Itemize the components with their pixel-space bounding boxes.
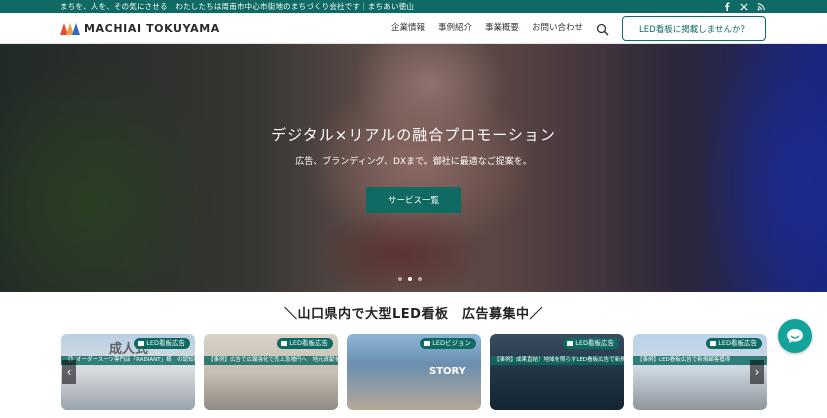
slider-dot[interactable] <box>418 277 422 281</box>
led-ad-cta-button[interactable]: LED看板に掲載しませんか？ <box>622 16 766 41</box>
folder-icon <box>281 341 288 346</box>
folder-icon <box>567 341 574 346</box>
badge-label: LED看板広告 <box>718 339 757 347</box>
case-carousel: 成人式 LED看板広告 【】オーダースーツ専門店「RADIANT」様 の認知拡大… <box>61 334 767 410</box>
site-logo[interactable]: MACHIAI TOKUYAMA <box>60 20 220 37</box>
card-caption: 【事例】広告で広報強化で売上急増円へ 地元貢献を大切にしたLEDビジョンを3年間… <box>204 356 338 365</box>
rss-icon[interactable] <box>756 2 765 11</box>
nav-cases[interactable]: 事例紹介 <box>438 22 472 35</box>
social-links <box>722 1 765 12</box>
card-caption: 【】オーダースーツ専門店「RADIANT」様 の認知拡大、成人式スーツのPRにも… <box>61 356 195 365</box>
nav-contact[interactable]: お問い合わせ <box>532 22 583 35</box>
card-caption: 【事例】LED看板広告で新規顧客獲得 <box>633 356 767 365</box>
badge-label: LED看板広告 <box>289 339 328 347</box>
section-title: ＼山口県内で大型LED看板 広告募集中／ <box>284 307 543 322</box>
facebook-icon[interactable] <box>722 2 731 11</box>
services-button[interactable]: サービス一覧 <box>366 187 461 213</box>
logo-text: MACHIAI TOKUYAMA <box>84 22 220 35</box>
folder-icon <box>138 341 145 346</box>
slider-dots <box>398 277 422 281</box>
x-icon[interactable] <box>739 2 748 11</box>
folder-icon <box>710 341 717 346</box>
case-card[interactable]: LED看板広告 【事例】成果直結！地域を照らすLED看板広告で新規顧客・売上を獲… <box>490 334 624 410</box>
case-card[interactable]: 成人式 LED看板広告 【】オーダースーツ専門店「RADIANT」様 の認知拡大… <box>61 334 195 410</box>
chat-icon <box>787 329 803 343</box>
carousel-next-button[interactable]: › <box>750 360 764 384</box>
case-card[interactable]: LED看板広告 【事例】広告で広報強化で売上急増円へ 地元貢献を大切にしたLED… <box>204 334 338 410</box>
tagline: まちを、人を、その気にさせる わたしたちは周南市中心市街地のまちづくり会社です｜… <box>60 2 415 11</box>
site-header: MACHIAI TOKUYAMA 企業情報 事例紹介 事業概要 お問い合わせ L… <box>0 13 827 44</box>
chevron-left-icon: ‹ <box>66 365 72 379</box>
carousel-prev-button[interactable]: ‹ <box>62 360 76 384</box>
nav-business[interactable]: 事業概要 <box>485 22 519 35</box>
hero-image <box>0 44 827 292</box>
hero-slider: デジタル×リアルの融合プロモーション 広告、ブランディング、DXまで。御社に最適… <box>0 44 827 292</box>
category-badge: LEDビジョン <box>420 338 476 349</box>
card-caption: 【事例】成果直結！地域を照らすLED看板広告で新規顧客・売上を獲得した秘訣とは？ <box>490 356 624 365</box>
category-badge: LED看板広告 <box>563 338 619 349</box>
category-badge: LED看板広告 <box>134 338 190 349</box>
category-badge: LED看板広告 <box>277 338 333 349</box>
category-badge: LED看板広告 <box>706 338 762 349</box>
badge-label: LEDビジョン <box>432 339 471 347</box>
slider-dot[interactable] <box>398 277 402 281</box>
case-card[interactable]: LED看板広告 【事例】LED看板広告で新規顧客獲得 <box>633 334 767 410</box>
chevron-right-icon: › <box>754 365 760 379</box>
chat-button[interactable] <box>778 319 812 353</box>
main-nav: 企業情報 事例紹介 事業概要 お問い合わせ <box>391 22 583 35</box>
badge-label: LED看板広告 <box>575 339 614 347</box>
slider-dot[interactable] <box>408 277 412 281</box>
badge-label: LED看板広告 <box>146 339 185 347</box>
case-card[interactable]: STORY LEDビジョン <box>347 334 481 410</box>
nav-company[interactable]: 企業情報 <box>391 22 425 35</box>
folder-icon <box>424 341 431 346</box>
hero-title: デジタル×リアルの融合プロモーション <box>271 126 556 144</box>
logo-mark-icon <box>60 22 80 35</box>
top-bar: まちを、人を、その気にさせる わたしたちは周南市中心市街地のまちづくり会社です｜… <box>0 0 827 13</box>
card-overlay-text: STORY <box>429 366 466 377</box>
hero-subtitle: 広告、ブランディング、DXまで。御社に最適なご提案を。 <box>295 157 532 167</box>
search-icon[interactable] <box>596 21 609 36</box>
